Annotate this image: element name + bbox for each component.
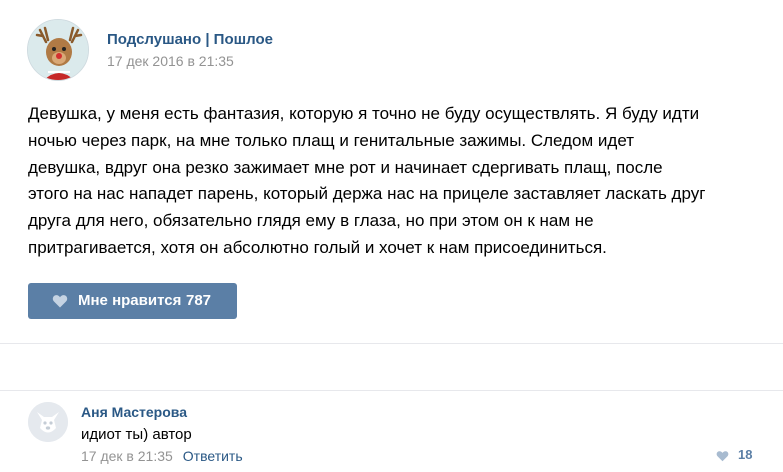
post-text-line: ночью через парк, на мне только плащ и г… [28, 130, 635, 150]
reply-link[interactable]: Ответить [183, 448, 243, 464]
reindeer-avatar-icon[interactable] [27, 19, 89, 81]
comment-date[interactable]: 17 дек в 21:35 [81, 448, 173, 464]
like-button[interactable]: Мне нравится 787 [28, 283, 237, 319]
post-text-line: девушка, вдруг она резко зажимает мне ро… [28, 157, 663, 177]
divider [0, 343, 783, 344]
like-count: 787 [186, 292, 212, 309]
comment-like-count: 18 [738, 447, 753, 462]
post-header: Подслушано | Пошлое 17 дек 2016 в 21:35 [27, 19, 727, 81]
post-text-line: притрагивается, хотя он абсолютно голый … [28, 237, 607, 257]
heart-icon [716, 451, 729, 462]
post-text-line: этого на нас нападет парень, который дер… [28, 184, 706, 204]
comment-like-button[interactable]: 18 [716, 446, 756, 466]
like-label: Мне нравится [78, 292, 182, 309]
heart-icon [52, 295, 68, 308]
post-text-line: Девушка, у меня есть фантазия, которую я… [28, 104, 700, 123]
comment-author-link[interactable]: Аня Мастерова [81, 404, 187, 420]
comment-text: идиот ты) автор [81, 426, 192, 443]
divider [0, 390, 783, 391]
post-text-line: друга для него, обязательно глядя ему в … [28, 211, 594, 231]
post-date[interactable]: 17 дек 2016 в 21:35 [107, 53, 234, 69]
comment-meta: 17 дек в 21:35 Ответить [81, 448, 243, 464]
post-author-link[interactable]: Подслушано | Пошлое [107, 31, 273, 48]
default-dog-avatar-icon[interactable] [28, 402, 68, 442]
post-text: Девушка, у меня есть фантазия, которую я… [28, 101, 758, 262]
comment: Аня Мастерова идиот ты) автор 17 дек в 2… [28, 402, 768, 468]
